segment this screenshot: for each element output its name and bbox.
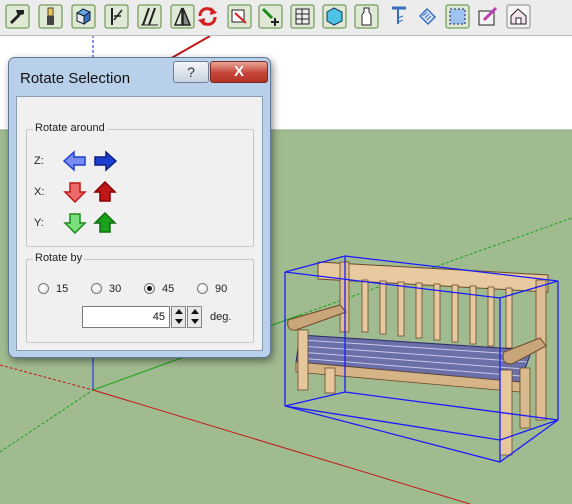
radio-30-label: 30 — [109, 283, 122, 295]
degrees-spinner[interactable] — [171, 306, 186, 328]
pencil-edit-icon[interactable] — [476, 4, 501, 29]
sketchup-toolbar — [0, 0, 572, 36]
rotate-selection-dialog: Rotate Selection ? X Rotate around Z: X:… — [8, 57, 271, 358]
dashed-selection-icon[interactable] — [445, 4, 470, 29]
align-left-icon[interactable] — [104, 4, 129, 29]
house-icon[interactable] — [506, 4, 531, 29]
rotate-x-up-button[interactable] — [93, 180, 117, 204]
spin-up-icon — [175, 309, 183, 314]
radio-90-label: 90 — [215, 283, 228, 295]
spin-down-icon — [191, 319, 199, 324]
dialog-title: Rotate Selection — [20, 70, 131, 87]
rotate-around-group: Rotate around Z: X: Y: — [26, 122, 254, 247]
bottle-icon[interactable] — [354, 4, 379, 29]
mirror-icon[interactable] — [170, 4, 195, 29]
rotate-y-up-button[interactable] — [93, 211, 117, 235]
grid-panel-icon[interactable] — [290, 4, 315, 29]
close-button[interactable]: X — [210, 61, 268, 83]
radio-dot — [91, 283, 102, 294]
spin-up-icon — [191, 309, 199, 314]
radio-90[interactable]: 90 — [197, 282, 237, 296]
radio-45-label: 45 — [162, 283, 175, 295]
degrees-unit-label: deg. — [210, 311, 232, 323]
rotate-z-left-button[interactable] — [63, 149, 87, 173]
rotate-selection-icon[interactable] — [195, 4, 219, 29]
align-distribute-icon[interactable] — [137, 4, 162, 29]
cube-solid-icon[interactable] — [322, 4, 347, 29]
y-axis-label: Y: — [34, 217, 44, 229]
hammer-icon[interactable] — [5, 4, 30, 29]
radio-15[interactable]: 15 — [38, 282, 78, 296]
help-button[interactable]: ? — [173, 61, 209, 83]
rotate-x-down-button[interactable] — [63, 180, 87, 204]
rotate-y-down-button[interactable] — [63, 211, 87, 235]
radio-dot-selected — [144, 283, 155, 294]
add-component-icon[interactable] — [258, 4, 283, 29]
paint-brush-icon[interactable] — [38, 4, 63, 29]
rotate-by-label: Rotate by — [33, 252, 85, 264]
radio-30[interactable]: 30 — [91, 282, 131, 296]
radio-15-label: 15 — [56, 283, 69, 295]
rotate-z-right-button[interactable] — [93, 149, 117, 173]
radio-45[interactable]: 45 — [144, 282, 184, 296]
degrees-input[interactable]: 45 — [82, 306, 170, 328]
radio-dot — [38, 283, 49, 294]
cube-view-icon[interactable] — [71, 4, 96, 29]
hatch-icon[interactable] — [415, 4, 440, 29]
degrees-spinner-2[interactable] — [187, 306, 202, 328]
rotate-around-label: Rotate around — [33, 122, 107, 134]
pin-icon[interactable] — [386, 4, 411, 29]
dialog-body: Rotate around Z: X: Y: Rotate by 15 30 4… — [16, 96, 263, 351]
z-axis-label: Z: — [34, 155, 44, 167]
spin-down-icon — [175, 319, 183, 324]
radio-dot — [197, 283, 208, 294]
rotate-by-group: Rotate by 15 30 45 90 45 deg. — [26, 252, 254, 343]
stretch-icon[interactable] — [227, 4, 252, 29]
x-axis-label: X: — [34, 186, 45, 198]
